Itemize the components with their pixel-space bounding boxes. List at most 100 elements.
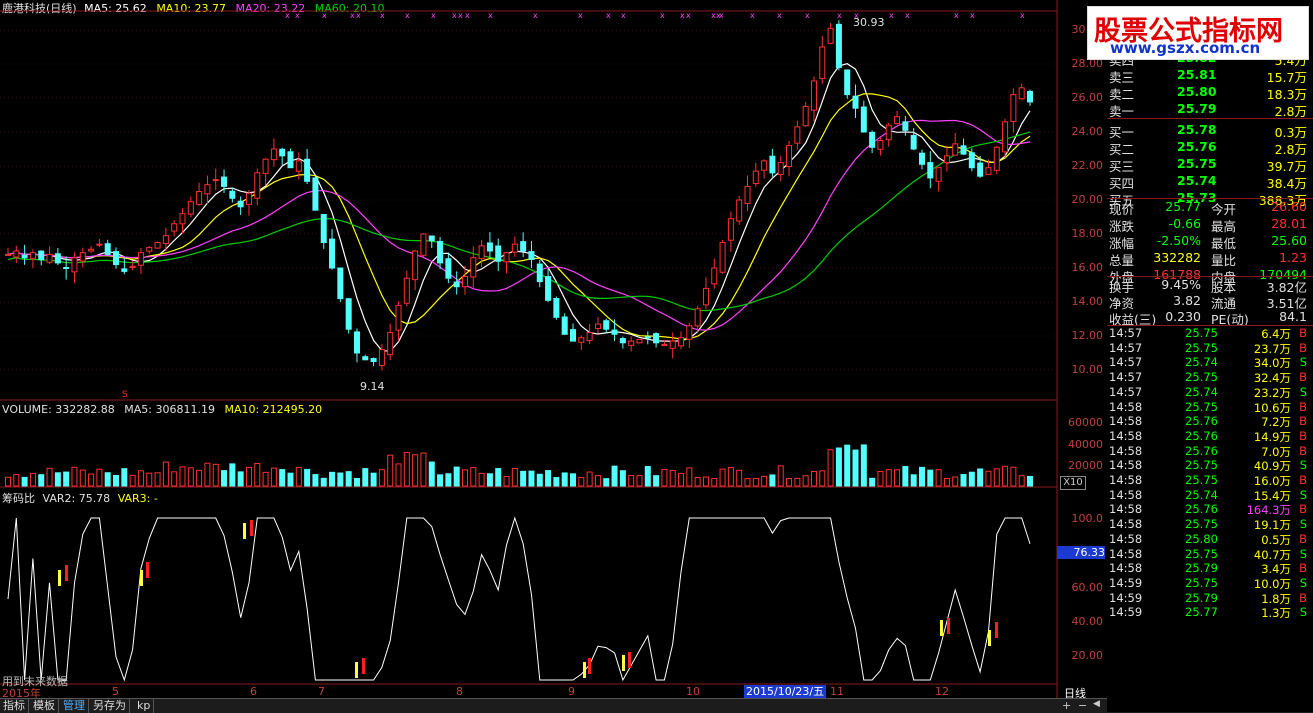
candle-up bbox=[877, 140, 884, 150]
stat-value: 84.1 bbox=[1279, 309, 1307, 324]
trade-row: 14:57 25.75 32.4万 B bbox=[1107, 370, 1311, 385]
volume-bar bbox=[894, 469, 901, 487]
trade-price: 25.75 bbox=[1185, 473, 1218, 487]
volume-bar bbox=[503, 476, 510, 487]
volume-bar bbox=[902, 466, 909, 487]
trade-price: 25.75 bbox=[1185, 546, 1218, 561]
book-divider bbox=[1107, 118, 1313, 119]
trade-price: 25.75 bbox=[1185, 340, 1218, 355]
candle-up bbox=[586, 332, 593, 341]
stat-row: 现价 25.77 今开 26.60 bbox=[1107, 199, 1311, 217]
candle-up bbox=[387, 332, 394, 356]
volume-bar bbox=[312, 474, 319, 487]
volume-bar bbox=[378, 469, 385, 487]
signal-bar bbox=[947, 618, 950, 634]
stat-value: 3.82 bbox=[1173, 293, 1201, 308]
candle-down bbox=[644, 336, 651, 339]
volume-bar bbox=[495, 468, 502, 487]
signal-marker: x bbox=[777, 11, 782, 20]
date-tick-label: 12 bbox=[935, 685, 949, 698]
ask-row: 卖一 25.79 2.8万 bbox=[1107, 101, 1311, 119]
candle-down bbox=[445, 258, 452, 279]
trade-price: 25.74 bbox=[1185, 355, 1218, 370]
stat-row: 总量 332282 量比 1.23 bbox=[1107, 250, 1311, 268]
trade-price: 25.75 bbox=[1185, 370, 1218, 385]
trade-time: 14:58 bbox=[1109, 531, 1143, 546]
trade-side: B bbox=[1299, 502, 1307, 517]
trade-side: S bbox=[1299, 458, 1307, 473]
date-tick-label: 5 bbox=[112, 685, 119, 698]
candle-up bbox=[403, 277, 410, 304]
volume-bar bbox=[370, 472, 377, 487]
tab-kp[interactable]: kp bbox=[134, 699, 155, 713]
trade-price: 25.74 bbox=[1185, 487, 1218, 502]
volume-bar bbox=[254, 463, 261, 487]
volume-bar bbox=[187, 467, 194, 487]
volume-bar bbox=[329, 471, 336, 487]
trade-side: B bbox=[1299, 370, 1307, 385]
trade-side: B bbox=[1299, 473, 1307, 487]
candle-down bbox=[353, 331, 360, 354]
volume-tick-label: 60000 bbox=[1068, 416, 1103, 429]
signal-bar bbox=[940, 620, 943, 636]
volume-bar bbox=[470, 467, 477, 487]
trade-price: 25.76 bbox=[1185, 502, 1218, 517]
volume-bar bbox=[179, 466, 186, 487]
volume-bar bbox=[686, 467, 693, 487]
plus-icon[interactable]: + bbox=[1062, 699, 1071, 712]
stat-row: 收益(三) 0.230 PE(动) 84.1 bbox=[1107, 309, 1311, 327]
candle-down bbox=[611, 329, 618, 335]
logo-url: www.gszx.com.cn bbox=[1110, 39, 1261, 57]
candle-up bbox=[786, 145, 793, 167]
volume-bar bbox=[653, 475, 660, 487]
signal-bar bbox=[58, 570, 61, 586]
stat-value: -2.50% bbox=[1156, 233, 1201, 248]
tab-indicator[interactable]: 指标 bbox=[0, 699, 29, 713]
volume-bar bbox=[279, 469, 286, 487]
minus-icon[interactable]: − bbox=[1078, 699, 1087, 712]
trade-volume: 0.5万 bbox=[1261, 532, 1291, 547]
candle-up bbox=[129, 265, 136, 268]
date-tick-label: 8 bbox=[456, 685, 463, 698]
signal-bar bbox=[583, 662, 586, 678]
tab-save-as[interactable]: 另存为 bbox=[90, 699, 130, 713]
candle-down bbox=[536, 263, 543, 283]
signal-marker: x bbox=[1020, 11, 1025, 20]
candle-up bbox=[88, 248, 95, 252]
signal-marker: x bbox=[954, 11, 959, 20]
book-price: 25.79 bbox=[1177, 101, 1217, 116]
candle-up bbox=[162, 235, 169, 244]
tab-manage[interactable]: 管理 bbox=[60, 699, 89, 713]
signal-marker: x bbox=[805, 11, 810, 20]
volume-bar bbox=[412, 454, 419, 487]
tab-template[interactable]: 模板 bbox=[30, 699, 59, 713]
trade-price: 25.79 bbox=[1185, 561, 1218, 576]
volume-bar bbox=[628, 475, 635, 487]
trade-row: 14:58 25.76 7.0万 B bbox=[1107, 444, 1311, 459]
candle-up bbox=[378, 349, 385, 366]
candle-up bbox=[146, 247, 153, 252]
candle-up bbox=[71, 257, 78, 273]
candle-up bbox=[794, 126, 801, 144]
candle-down bbox=[918, 152, 925, 165]
trade-time: 14:58 bbox=[1109, 561, 1143, 576]
trade-time: 14:57 bbox=[1109, 340, 1143, 355]
signal-bar bbox=[588, 658, 591, 674]
trade-side: S bbox=[1299, 575, 1307, 590]
candle-up bbox=[171, 223, 178, 232]
candle-down bbox=[860, 106, 867, 133]
stat-value: 332282 bbox=[1153, 250, 1201, 265]
candle-up bbox=[295, 160, 302, 172]
kline-chart[interactable]: x x x x x x x x x x x x x x x x x x x x xx x x x x x x x x x x bbox=[0, 0, 1107, 712]
candle-up bbox=[943, 155, 950, 164]
ma5-line bbox=[7, 63, 1031, 352]
trade-volume: 14.9万 bbox=[1253, 429, 1291, 444]
left-arrow-icon[interactable]: ◀ bbox=[1093, 699, 1100, 709]
volume-bar bbox=[960, 474, 967, 487]
signal-bar bbox=[628, 652, 631, 668]
candle-up bbox=[137, 252, 144, 266]
trade-row: 14:58 25.75 19.1万 S bbox=[1107, 517, 1311, 532]
candle-down bbox=[968, 152, 975, 169]
volume-bar bbox=[678, 473, 685, 487]
book-price: 25.78 bbox=[1177, 122, 1217, 137]
